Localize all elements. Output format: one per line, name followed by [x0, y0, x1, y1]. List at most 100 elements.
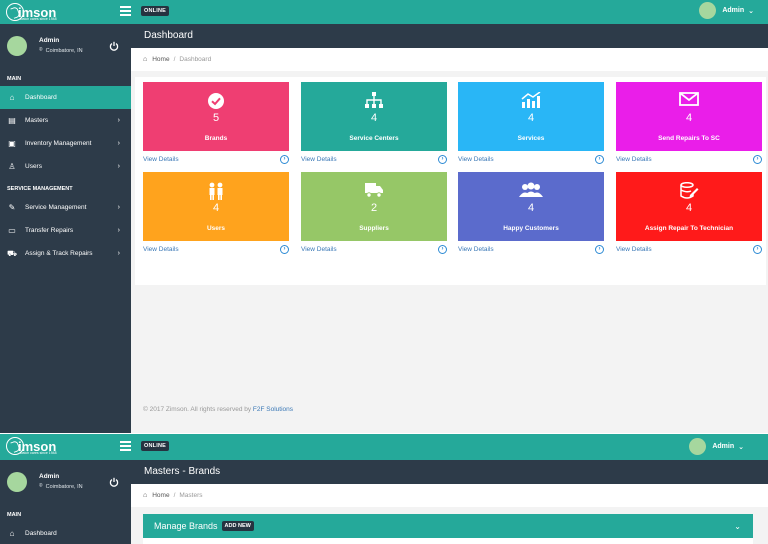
group-icon	[519, 182, 543, 197]
logo[interactable]: imson watch cares since 1948	[6, 2, 57, 22]
tile-count: 4	[527, 112, 535, 124]
tile-count: 5	[212, 112, 220, 124]
view-details-link[interactable]: View Details	[616, 156, 652, 163]
logo[interactable]: imson watch cares since 1948	[6, 436, 57, 456]
view-details-link[interactable]: View Details	[143, 246, 179, 253]
user-menu-label: Admin	[722, 7, 745, 14]
arrow-circle-right-icon[interactable]: ›	[595, 244, 604, 254]
sidebar-item-transfer-repairs[interactable]: ▭ Transfer Repairs ›	[0, 219, 131, 242]
profile-location: ⌾ Coimbatore, IN	[39, 483, 83, 490]
arrow-circle-right-icon[interactable]: ›	[753, 244, 762, 254]
breadcrumb-current: Masters	[179, 492, 203, 499]
view-details-link[interactable]: View Details	[458, 246, 494, 253]
sitemap-icon	[365, 92, 383, 108]
chevron-right-icon: ›	[117, 117, 120, 124]
sidebar-item-assign-track[interactable]: ⛟ Assign & Track Repairs ›	[0, 242, 131, 265]
view-details-users[interactable]: View Details ›	[143, 243, 289, 255]
chevron-right-icon: ›	[117, 140, 120, 147]
tile-label: Brands	[204, 135, 228, 142]
tile-assign-repair[interactable]: 4 Assign Repair To Technician	[616, 172, 762, 241]
view-details-assign-repair[interactable]: View Details ›	[616, 243, 762, 255]
arrow-circle-right-icon[interactable]: ›	[595, 154, 604, 164]
tile-count: 4	[370, 112, 378, 124]
breadcrumb: ⌂ Home / Masters	[131, 484, 768, 507]
breadcrumb-current: Dashboard	[179, 56, 212, 63]
sidebar-item-inventory[interactable]: ▣ Inventory Management ›	[0, 132, 131, 155]
footer: © 2017 Zimson. All rights reserved by F2…	[143, 406, 293, 413]
tile-count: 4	[685, 112, 693, 124]
status-badge: ONLINE	[141, 441, 169, 451]
truck-icon: ⛟	[6, 248, 18, 258]
arrow-circle-right-icon[interactable]: ›	[438, 244, 447, 254]
power-icon[interactable]	[109, 477, 119, 487]
tile-services[interactable]: 4 Services	[458, 82, 604, 151]
breadcrumb-home[interactable]: Home	[152, 56, 169, 63]
user-menu[interactable]: Admin ⌄	[689, 438, 744, 455]
tile-label: Suppliers	[359, 225, 389, 232]
tile-users[interactable]: 4 Users	[143, 172, 289, 241]
view-details-link[interactable]: View Details	[301, 156, 337, 163]
tile-label: Service Centers	[349, 135, 399, 142]
home-icon: ⌂	[9, 529, 15, 538]
sidebar-item-service-management[interactable]: ✎ Service Management ›	[0, 196, 131, 219]
view-details-send-repairs[interactable]: View Details ›	[616, 153, 762, 165]
view-details-link[interactable]: View Details	[458, 156, 494, 163]
arrow-circle-right-icon[interactable]: ›	[438, 154, 447, 164]
view-details-service-centers[interactable]: View Details ›	[301, 153, 447, 165]
view-details-link[interactable]: View Details	[301, 246, 337, 253]
sidebar: Admin ⌾ Coimbatore, IN MAIN ⌂ Dashboard …	[0, 24, 131, 433]
view-details-link[interactable]: View Details	[143, 156, 179, 163]
stat-tiles: 5 Brands View Details › 4 Service Center…	[135, 77, 766, 285]
profile-location-text: Coimbatore, IN	[45, 483, 83, 490]
manage-brands-panel-header[interactable]: Manage Brands ADD NEW ⌄	[143, 514, 753, 538]
sidebar-item-label: Dashboard	[25, 94, 57, 101]
manage-brands-panel-body	[143, 538, 753, 544]
tile-count: 4	[527, 202, 535, 214]
section-title-service: SERVICE MANAGEMENT	[7, 186, 73, 192]
tile-service-centers[interactable]: 4 Service Centers	[301, 82, 447, 151]
arrow-circle-right-icon[interactable]: ›	[280, 244, 289, 254]
view-details-services[interactable]: View Details ›	[458, 153, 604, 165]
home-icon: ⌂	[143, 492, 148, 499]
tile-suppliers[interactable]: 2 Suppliers	[301, 172, 447, 241]
user-menu[interactable]: Admin ⌄	[699, 2, 754, 19]
tile-label: Happy Customers	[503, 225, 559, 232]
menu-toggle-icon[interactable]	[120, 6, 131, 16]
sidebar-item-users[interactable]: ♙ Users ›	[0, 155, 131, 178]
menu-toggle-icon[interactable]	[120, 441, 131, 451]
sidebar-item-dashboard[interactable]: ⌂ Dashboard	[0, 86, 131, 109]
avatar	[699, 2, 717, 19]
profile-name: Admin	[39, 473, 60, 480]
book-icon: ▤	[8, 116, 16, 125]
sidebar-nav-main: ⌂ Dashboard	[0, 522, 131, 544]
masters-brands-screen: imson watch cares since 1948 ONLINE Admi…	[0, 434, 768, 544]
view-details-brands[interactable]: View Details ›	[143, 153, 289, 165]
profile-location: ⌾ Coimbatore, IN	[39, 47, 83, 54]
sidebar-profile: Admin ⌾ Coimbatore, IN	[0, 460, 131, 504]
add-new-button[interactable]: ADD NEW	[221, 521, 254, 531]
power-icon[interactable]	[109, 41, 119, 51]
sidebar-item-masters[interactable]: ▤ Masters ›	[0, 109, 131, 132]
breadcrumb-home[interactable]: Home	[152, 492, 169, 499]
tile-label: Send Repairs To SC	[658, 135, 720, 142]
footer-link[interactable]: F2F Solutions	[253, 406, 293, 413]
tile-happy-customers[interactable]: 4 Happy Customers	[458, 172, 604, 241]
arrow-circle-right-icon[interactable]: ›	[280, 154, 289, 164]
database-edit-icon	[680, 182, 699, 199]
sidebar-item-dashboard[interactable]: ⌂ Dashboard	[0, 522, 131, 544]
tile-brands[interactable]: 5 Brands	[143, 82, 289, 151]
main-content: Dashboard ⌂ Home / Dashboard 5 Brands Vi…	[131, 24, 768, 433]
chevron-right-icon: ›	[117, 163, 120, 170]
tile-send-repairs[interactable]: 4 Send Repairs To SC	[616, 82, 762, 151]
view-details-suppliers[interactable]: View Details ›	[301, 243, 447, 255]
sidebar-nav-service: ✎ Service Management › ▭ Transfer Repair…	[0, 196, 131, 265]
sidebar-item-label: Service Management	[25, 204, 87, 211]
chevron-down-icon[interactable]: ⌄	[734, 522, 741, 531]
check-circle-icon	[208, 93, 224, 109]
view-details-happy-customers[interactable]: View Details ›	[458, 243, 604, 255]
avatar	[7, 36, 27, 56]
sidebar-item-label: Inventory Management	[25, 140, 92, 147]
arrow-circle-right-icon[interactable]: ›	[753, 154, 762, 164]
profile-name: Admin	[39, 37, 60, 44]
view-details-link[interactable]: View Details	[616, 246, 652, 253]
